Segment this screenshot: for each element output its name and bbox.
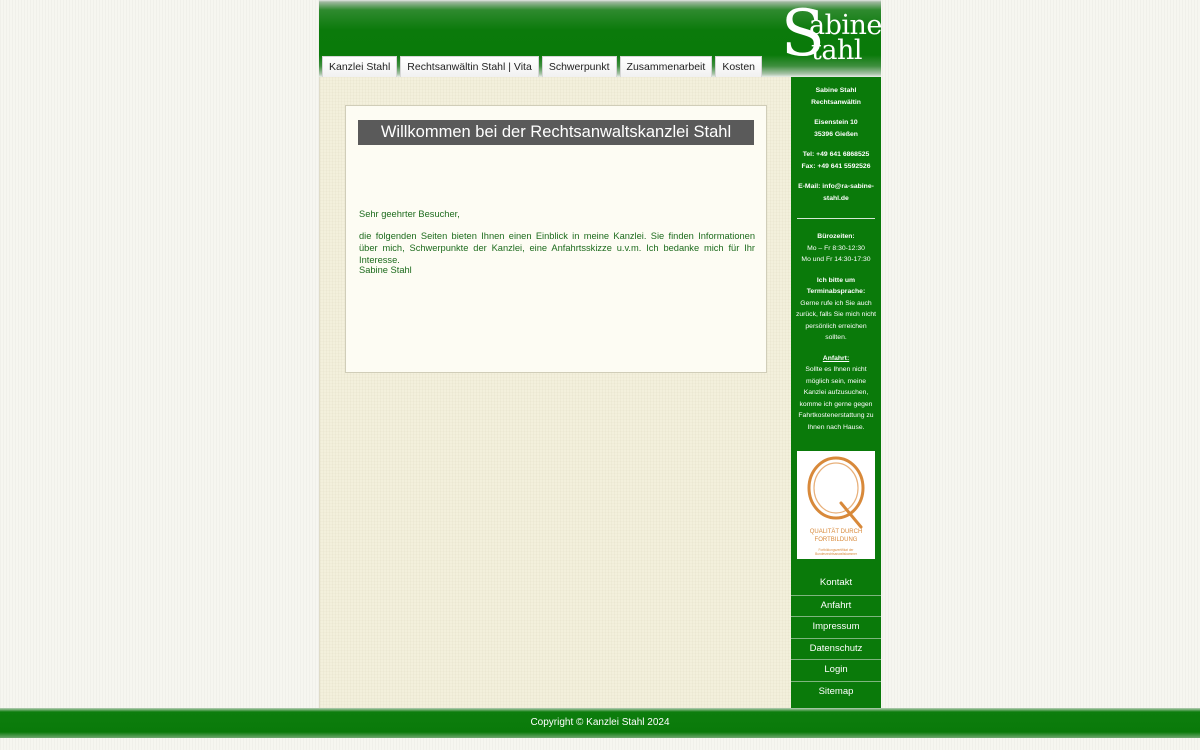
logo[interactable]: S abine tahl	[781, 2, 882, 68]
logo-last-name: tahl	[811, 35, 862, 66]
nav-tab-kosten[interactable]: Kosten	[715, 56, 763, 77]
page-wrapper: S abine tahl Kanzlei Stahl Rechtsanwälti…	[319, 0, 882, 708]
sidebar: Sabine Stahl Rechtsanwältin Eisenstein 1…	[791, 77, 881, 708]
contact-email-link[interactable]: E-Mail: info@ra-sabine-stahl.de	[795, 181, 877, 204]
badge-subtitle-line-2: Bundesrechtsanwaltskammer	[815, 552, 857, 556]
sidebar-item-sitemap[interactable]: Sitemap	[791, 680, 881, 703]
nav-tab-vita[interactable]: Rechtsanwältin Stahl | Vita	[400, 56, 539, 77]
header: S abine tahl Kanzlei Stahl Rechtsanwälti…	[319, 0, 882, 77]
main-nav: Kanzlei Stahl Rechtsanwältin Stahl | Vit…	[322, 56, 765, 77]
office-hours-weekdays: Mo – Fr 8:30-12:30	[807, 244, 865, 252]
sidebar-item-kontakt[interactable]: Kontakt	[791, 573, 881, 595]
contact-fax: Fax: +49 641 5592526	[801, 162, 871, 170]
appointment-text: Gerne rufe ich Sie auch zurück, falls Si…	[795, 299, 877, 342]
quality-q-icon	[807, 456, 865, 529]
travel-text: Sollte es Ihnen nicht möglich sein, mein…	[798, 366, 874, 431]
sidebar-menu: Kontakt Anfahrt Impressum Datenschutz Lo…	[791, 573, 881, 702]
appointment-title: Ich bitte um Terminabsprache:	[806, 276, 866, 296]
sidebar-item-impressum[interactable]: Impressum	[791, 616, 881, 638]
office-hours-title: Bürozeiten:	[817, 233, 855, 240]
badge-title-line-2: FORTBILDUNG	[814, 536, 858, 543]
footer: Copyright © Kanzlei Stahl 2024	[0, 708, 1200, 738]
greeting-text: Sehr geehrter Besucher,	[359, 209, 460, 219]
travel-title-link[interactable]: Anfahrt:	[795, 353, 877, 365]
copyright-text: Copyright © Kanzlei Stahl 2024	[530, 717, 670, 728]
badge-title-line-1: QUALITÄT DURCH	[809, 529, 863, 535]
contact-info: Sabine Stahl Rechtsanwältin Eisenstein 1…	[795, 85, 877, 433]
sidebar-item-anfahrt[interactable]: Anfahrt	[791, 594, 881, 617]
badge-title: QUALITÄT DURCH FORTBILDUNG	[797, 529, 875, 544]
contact-city: 35396 Gießen	[814, 130, 858, 138]
page-title: Willkommen bei der Rechtsanwaltskanzlei …	[358, 120, 754, 145]
nav-tab-schwerpunkt[interactable]: Schwerpunkt	[541, 56, 617, 77]
contact-street: Eisenstein 10	[814, 119, 858, 126]
contact-profession: Rechtsanwältin	[811, 98, 861, 106]
signature-text: Sabine Stahl	[359, 265, 412, 275]
intro-text: die folgenden Seiten bieten Ihnen einen …	[359, 231, 755, 265]
welcome-box: Willkommen bei der Rechtsanwaltskanzlei …	[345, 105, 767, 373]
nav-tab-kanzlei[interactable]: Kanzlei Stahl	[322, 56, 398, 77]
sidebar-divider	[797, 218, 875, 219]
sidebar-item-login[interactable]: Login	[791, 659, 881, 681]
contact-phone[interactable]: Tel: +49 641 6868525	[795, 149, 877, 161]
nav-tab-zusammenarbeit[interactable]: Zusammenarbeit	[619, 56, 713, 77]
content-area: Willkommen bei der Rechtsanwaltskanzlei …	[319, 77, 791, 708]
badge-subtitle: Fortbildungszertifikat der Bundesrechtsa…	[797, 548, 875, 556]
contact-name: Sabine Stahl	[815, 87, 857, 94]
office-hours-afternoon: Mo und Fr 14:30-17:30	[801, 256, 871, 263]
quality-badge[interactable]: QUALITÄT DURCH FORTBILDUNG Fortbildungsz…	[797, 451, 875, 559]
sidebar-item-datenschutz[interactable]: Datenschutz	[791, 637, 881, 660]
